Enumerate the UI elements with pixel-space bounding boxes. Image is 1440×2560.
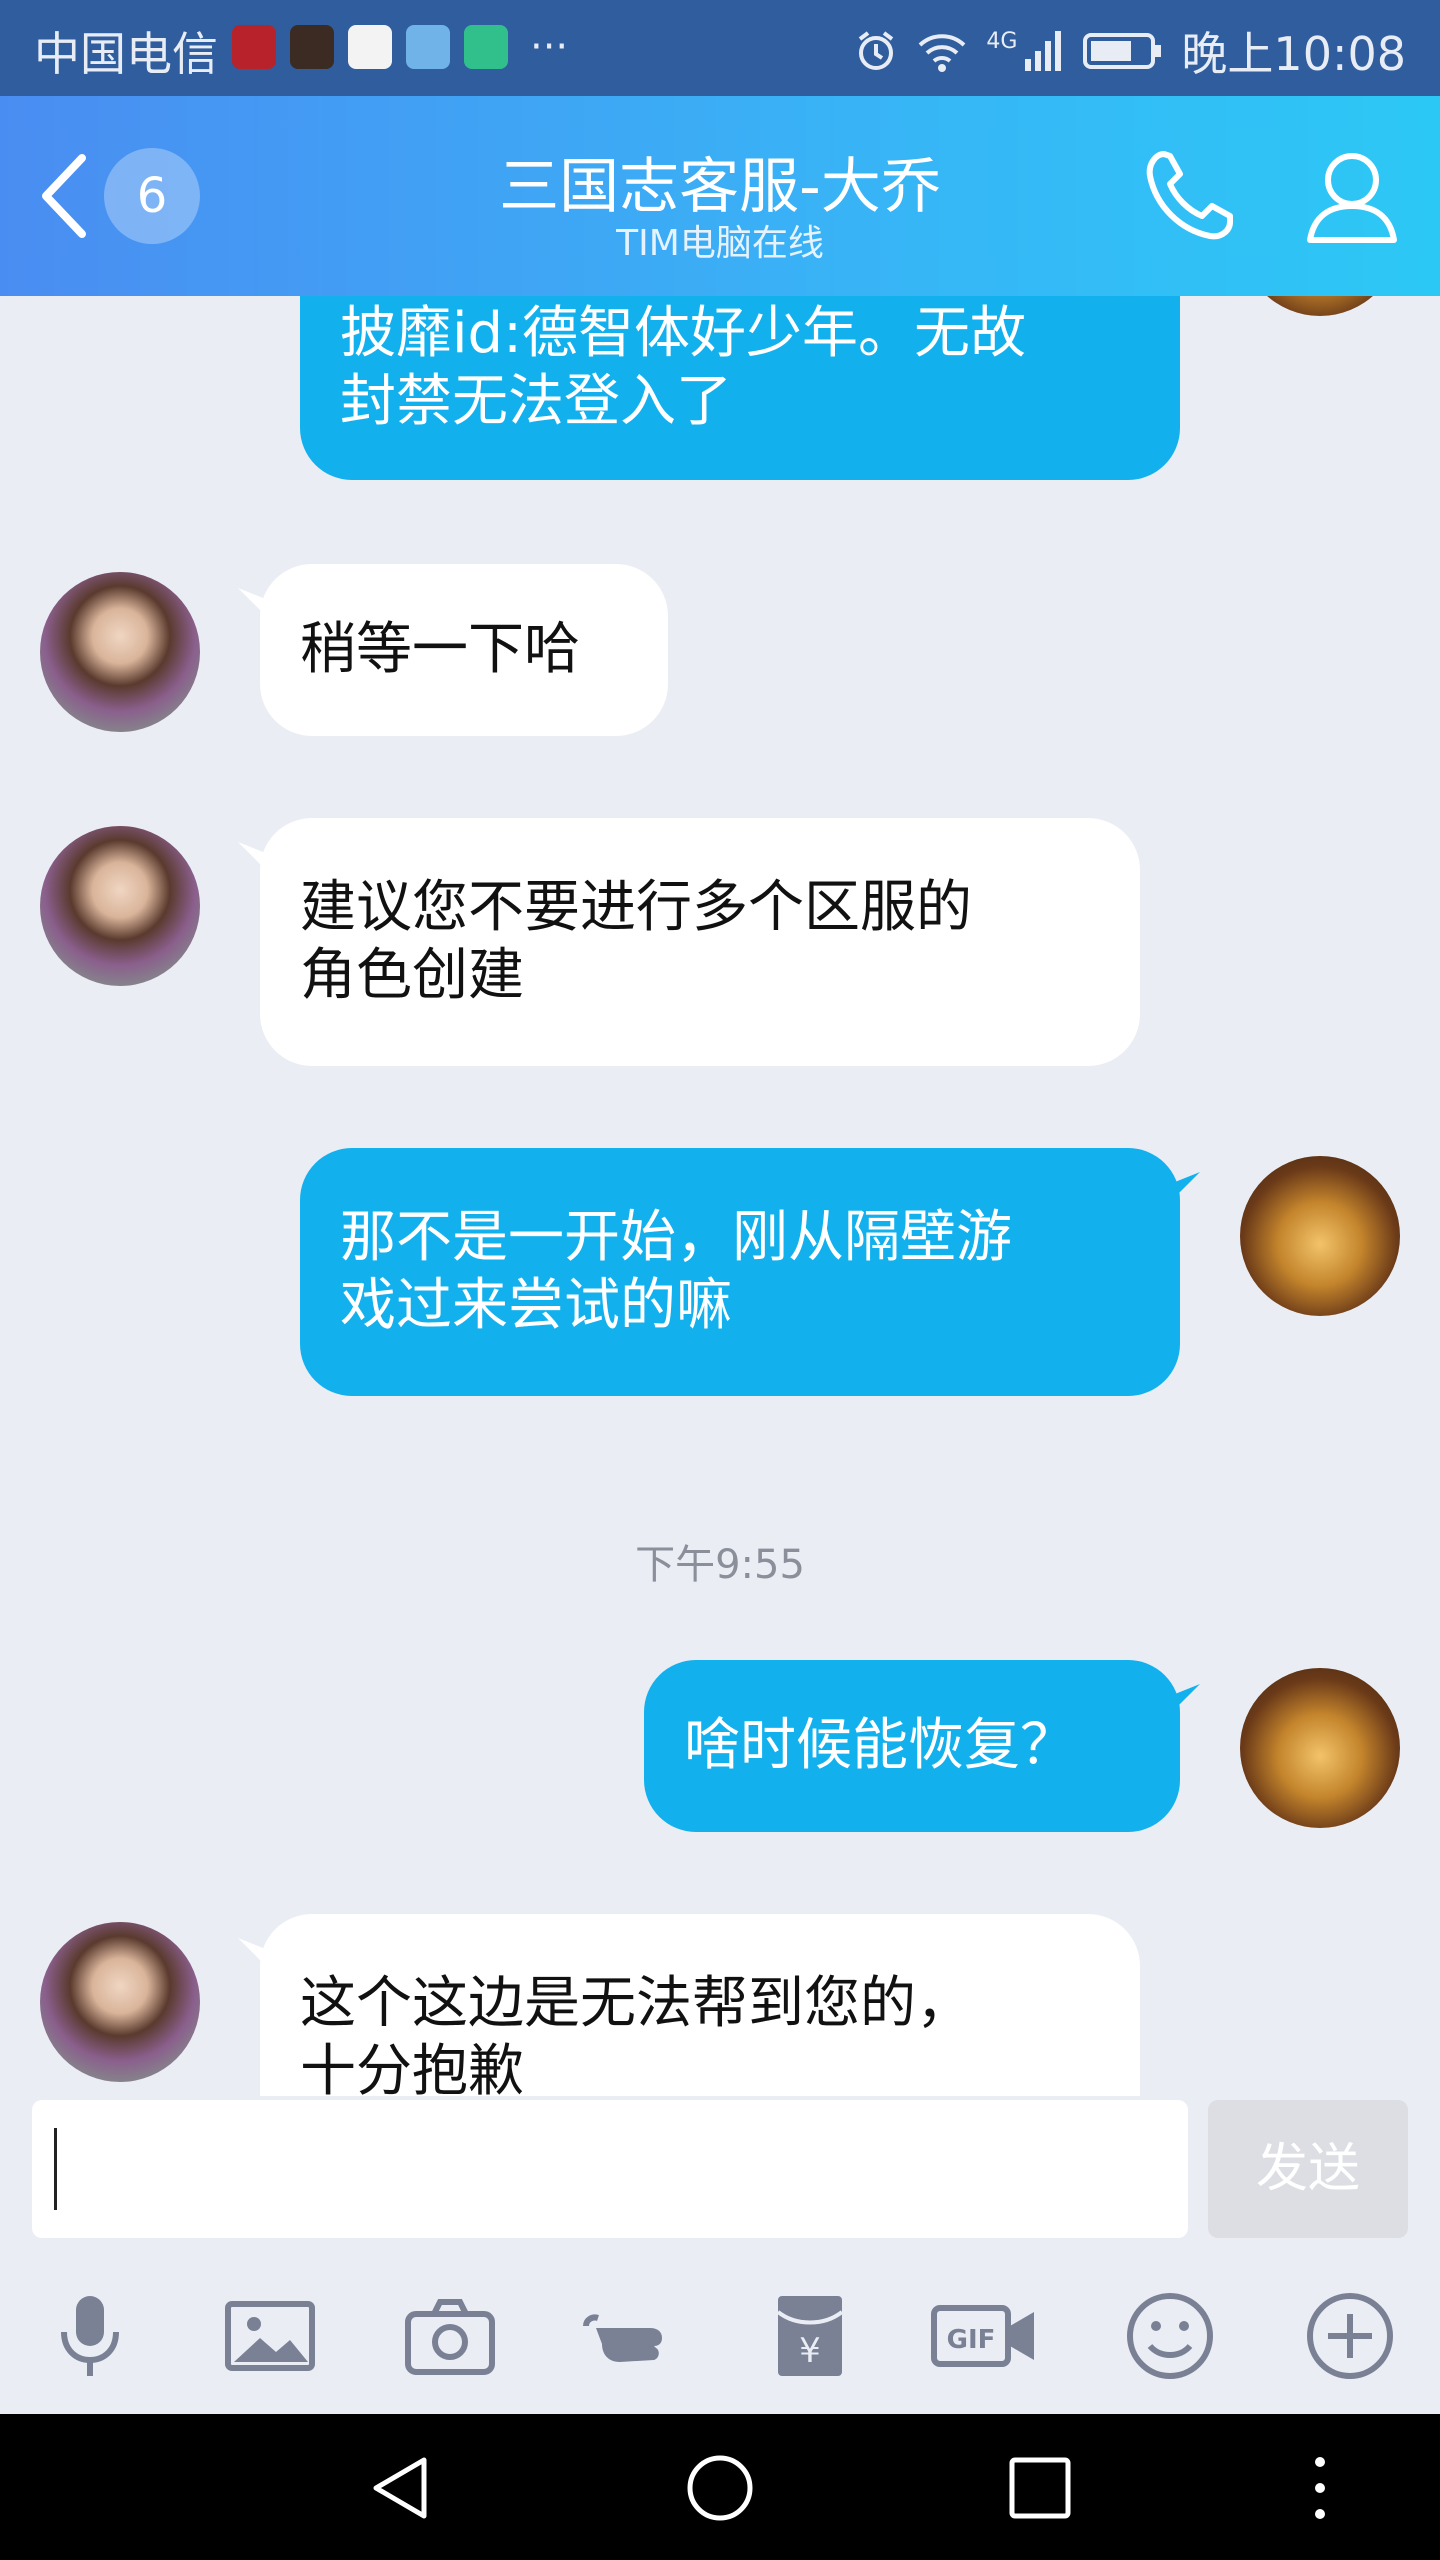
message-text: 这个这边是无法帮到您的， 十分抱歉 [300,1971,972,2096]
nav-recents-icon[interactable] [1004,2452,1076,2524]
weibo-app-icon [348,25,392,69]
tim-app-icon [464,25,508,69]
agent-avatar[interactable] [40,826,200,986]
message-text: 建议您不要进行多个区服的 角色创建 [300,875,972,1008]
sanguozhi-app-icon [290,25,334,69]
my-avatar[interactable] [1240,1156,1400,1316]
agent-avatar[interactable] [40,572,200,732]
agent-avatar[interactable] [40,1922,200,2082]
notification-icons: ··· [232,24,568,70]
my-avatar[interactable] [1240,296,1400,316]
carrier-label: 中国电信 [34,27,218,81]
poke-icon[interactable] [580,2286,680,2386]
nav-back-icon[interactable] [364,2452,436,2524]
camera-icon[interactable] [400,2286,500,2386]
image-icon[interactable] [220,2286,320,2386]
system-nav-bar [0,2414,1440,2560]
more-notifications-icon: ··· [530,24,569,70]
message-bubble-in[interactable]: 这个这边是无法帮到您的， 十分抱歉 [260,1914,1140,2096]
message-text: 披靡id:德智体好少年。无故 封禁无法登入了 [340,301,1026,434]
network-type-label: 4G [986,28,1018,54]
message-input[interactable] [32,2100,1188,2238]
status-right: 4G 晚上10:08 [854,18,1406,84]
chat-header: 6 三国志客服-大乔 TIM电脑在线 [0,96,1440,296]
netease-app-icon [232,25,276,69]
message-bubble-in[interactable]: 稍等一下哈 [260,564,668,736]
emoji-icon[interactable] [1120,2286,1220,2386]
chat-messages[interactable]: 披靡id:德智体好少年。无故 封禁无法登入了 稍等一下哈 建议您不要进行多个区服… [0,296,1440,2096]
svg-text:GIF: GIF [947,2325,996,2355]
nav-home-icon[interactable] [684,2452,756,2524]
signal-icon [1025,31,1062,71]
battery-icon [1083,33,1162,69]
chat-toolbar: ¥ GIF [0,2246,1440,2414]
phone-icon[interactable] [1136,144,1240,248]
my-avatar[interactable] [1240,1668,1400,1828]
status-bar: 中国电信 ··· 4G 晚上10:08 [0,0,1440,96]
paper-plane-app-icon [406,25,450,69]
svg-text:¥: ¥ [799,2331,821,2371]
message-bubble-out[interactable]: 披靡id:德智体好少年。无故 封禁无法登入了 [300,296,1180,480]
composer: 发送 [0,2096,1440,2246]
gif-icon[interactable]: GIF [930,2286,1040,2386]
message-text: 啥时候能恢复？ [684,1713,1076,1778]
send-button[interactable]: 发送 [1208,2100,1408,2238]
message-bubble-in[interactable]: 建议您不要进行多个区服的 角色创建 [260,818,1140,1066]
message-bubble-out[interactable]: 那不是一开始，刚从隔壁游 戏过来尝试的嘛 [300,1148,1180,1396]
nav-menu-icon[interactable] [1284,2452,1356,2524]
clock-label: 晚上10:08 [1181,27,1406,81]
text-caret [54,2128,57,2210]
message-text: 那不是一开始，刚从隔壁游 戏过来尝试的嘛 [340,1205,1012,1338]
message-timestamp: 下午9:55 [635,1542,805,1588]
plus-icon[interactable] [1300,2286,1400,2386]
red-packet-icon[interactable]: ¥ [760,2286,860,2386]
message-text: 稍等一下哈 [300,617,580,682]
message-bubble-out[interactable]: 啥时候能恢复？ [644,1660,1180,1832]
alarm-icon [859,31,894,70]
microphone-icon[interactable] [40,2286,140,2386]
profile-icon[interactable] [1300,144,1404,248]
wifi-icon [919,34,966,72]
